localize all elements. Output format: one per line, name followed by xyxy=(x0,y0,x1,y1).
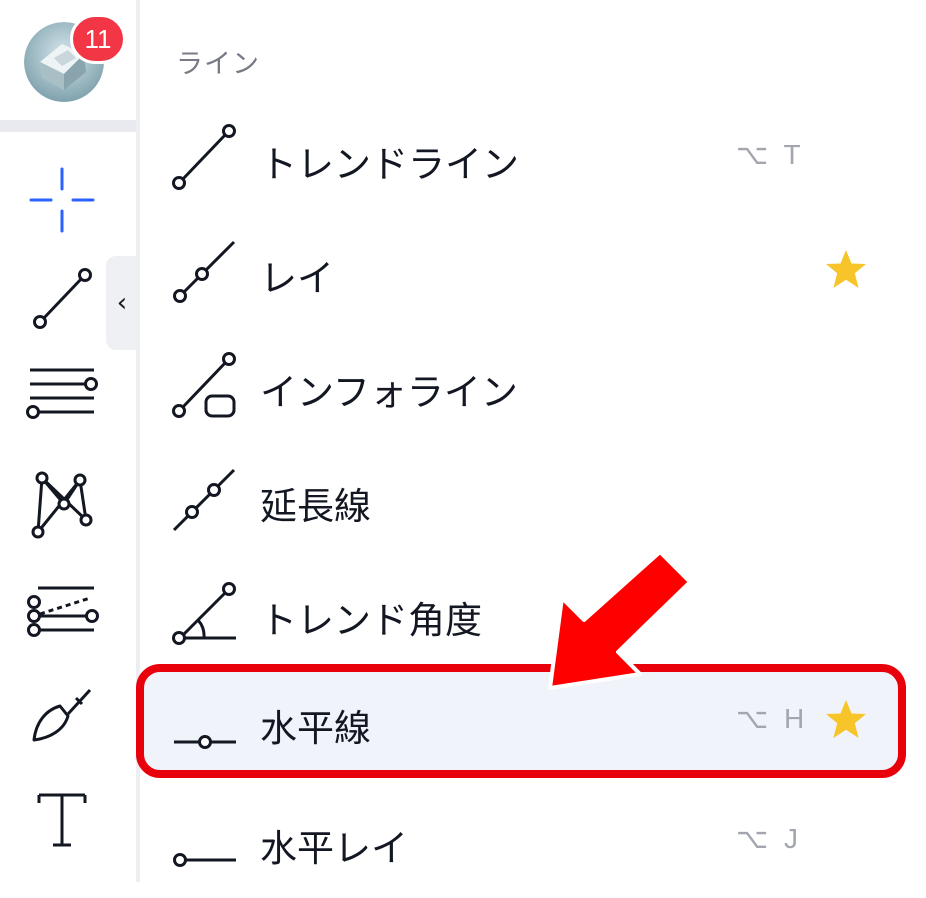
menu-item-label: 延長線 xyxy=(260,485,371,528)
trend-angle-icon xyxy=(172,582,236,645)
section-title: ライン xyxy=(176,49,260,80)
menu-item-trend-angle[interactable]: トレンド角度 xyxy=(140,556,926,670)
menu-item-ray[interactable]: レイ xyxy=(140,214,926,328)
shortcut-hint: ⌥ H xyxy=(736,703,809,734)
text-tool[interactable] xyxy=(20,776,104,860)
menu-item-label: トレンド角度 xyxy=(260,599,482,642)
star-favorite-icon[interactable] xyxy=(824,698,868,742)
trend-line-tool[interactable] xyxy=(20,256,104,340)
toolbar-divider xyxy=(0,120,138,132)
info-line-icon xyxy=(172,352,236,418)
notification-badge[interactable]: 11 xyxy=(70,14,126,64)
menu-item-label: インフォライン xyxy=(260,371,518,414)
brush-tool[interactable] xyxy=(20,670,104,754)
menu-item-label: トレンドライン xyxy=(260,143,519,186)
crosshair-icon xyxy=(29,167,95,233)
pattern-icon xyxy=(31,471,93,539)
horizontal-lines-icon xyxy=(26,368,98,419)
crosshair-tool[interactable] xyxy=(20,158,104,242)
shortcut-hint: ⌥ J xyxy=(736,823,803,854)
line-tools-menu: ライン トレンドライン ⌥ T レイ インフォライン 延長線 トレンド角度 水平… xyxy=(136,0,926,882)
fib-icon xyxy=(27,586,99,637)
horizontal-lines-tool[interactable] xyxy=(20,352,104,436)
menu-item-trend-line[interactable]: トレンドライン ⌥ T xyxy=(140,100,926,214)
menu-item-info-line[interactable]: インフォライン xyxy=(140,328,926,442)
menu-item-label: 水平レイ xyxy=(260,827,408,870)
trend-line-icon xyxy=(33,268,92,329)
trend-line-icon xyxy=(172,124,236,190)
menu-item-horizontal-line[interactable]: 水平線 ⌥ H xyxy=(136,664,906,778)
menu-item-label: 水平線 xyxy=(260,707,371,750)
fib-tool[interactable] xyxy=(20,570,104,654)
menu-item-extended-line[interactable]: 延長線 xyxy=(140,442,926,556)
left-toolbar: 11 ‹ xyxy=(0,0,140,882)
menu-item-horizontal-ray[interactable]: 水平レイ ⌥ J xyxy=(140,784,926,898)
extended-line-icon xyxy=(172,468,236,532)
brush-icon xyxy=(32,688,92,742)
chevron-left-icon: ‹ xyxy=(116,288,128,318)
star-favorite-icon[interactable] xyxy=(824,248,868,292)
text-icon xyxy=(37,793,87,847)
shortcut-hint: ⌥ T xyxy=(736,139,805,170)
horizontal-line-icon xyxy=(174,735,236,749)
horizontal-ray-icon xyxy=(173,853,236,867)
menu-item-label: レイ xyxy=(260,257,334,300)
ray-icon xyxy=(173,240,236,303)
pattern-tool[interactable] xyxy=(20,462,104,546)
collapse-panel-button[interactable]: ‹ xyxy=(106,256,138,350)
